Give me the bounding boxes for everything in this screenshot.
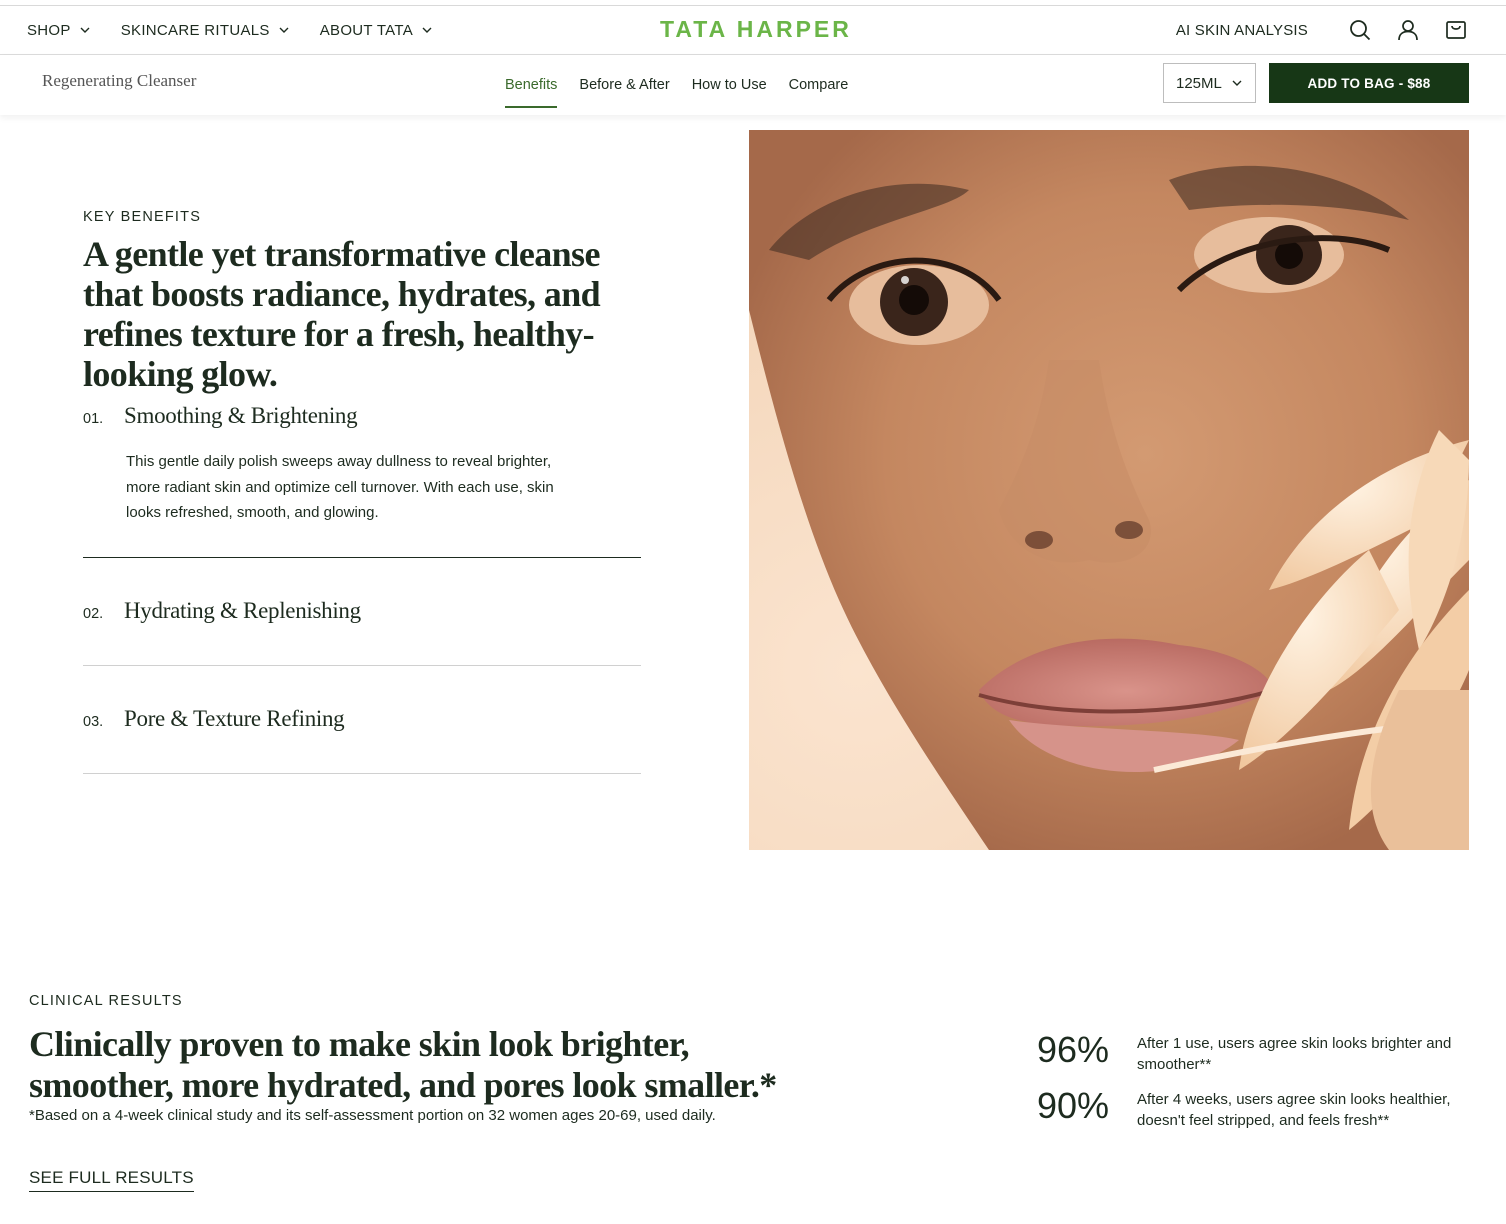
tab-how-to-use[interactable]: How to Use — [692, 71, 767, 99]
main-nav: SHOP SKINCARE RITUALS ABOUT TATA — [27, 6, 463, 54]
tab-compare[interactable]: Compare — [789, 71, 849, 99]
account-icon[interactable] — [1396, 18, 1420, 42]
clinical-results-kicker: CLINICAL RESULTS — [29, 993, 183, 1009]
clinical-stat: 96% After 1 use, users agree skin looks … — [1037, 1030, 1472, 1075]
tab-before-after[interactable]: Before & After — [579, 71, 669, 99]
benefit-number: 01. — [83, 411, 104, 427]
product-tabs: Benefits Before & After How to Use Compa… — [505, 55, 870, 115]
nav-about-tata-label: ABOUT TATA — [319, 21, 414, 39]
search-icon[interactable] — [1348, 18, 1372, 42]
chevron-down-icon — [279, 27, 289, 33]
benefit-accordion-header[interactable]: 02. Hydrating & Replenishing — [83, 598, 641, 624]
nav-shop-label: SHOP — [27, 21, 71, 39]
benefit-accordion-item: 03. Pore & Texture Refining — [83, 706, 641, 774]
benefit-title: Hydrating & Replenishing — [124, 598, 361, 623]
stat-description: After 1 use, users agree skin looks brig… — [1137, 1035, 1452, 1073]
add-to-bag-button[interactable]: ADD TO BAG - $88 — [1269, 63, 1469, 103]
benefit-accordion-header[interactable]: 01. Smoothing & Brightening — [83, 403, 641, 429]
product-name: Regenerating Cleanser — [42, 71, 197, 90]
chevron-down-icon — [80, 27, 90, 33]
benefit-number: 02. — [83, 606, 104, 622]
ai-skin-analysis-link[interactable]: AI SKIN ANALYSIS — [1176, 22, 1308, 39]
stat-value: 90% — [1037, 1085, 1110, 1126]
stat-description: After 4 weeks, users agree skin looks he… — [1137, 1091, 1451, 1129]
nav-skincare-rituals-label: SKINCARE RITUALS — [120, 21, 270, 39]
chevron-down-icon — [422, 27, 432, 33]
nav-about-tata[interactable]: ABOUT TATA — [320, 22, 432, 39]
benefit-accordion-item: 02. Hydrating & Replenishing — [83, 598, 641, 666]
size-selected-value: 125ML — [1176, 74, 1222, 92]
benefits-headline: A gentle yet transformative cleanse that… — [83, 234, 601, 394]
benefit-number: 03. — [83, 714, 104, 730]
bag-icon[interactable] — [1444, 18, 1468, 42]
clinical-headline: Clinically proven to make skin look brig… — [29, 1024, 777, 1105]
stat-value: 96% — [1037, 1029, 1110, 1070]
benefit-title: Pore & Texture Refining — [124, 706, 345, 731]
header-actions: AI SKIN ANALYSIS — [1176, 6, 1468, 54]
size-select[interactable]: 125ML — [1163, 63, 1256, 103]
product-hero-image — [749, 130, 1469, 850]
benefit-title: Smoothing & Brightening — [124, 403, 358, 428]
key-benefits-kicker: KEY BENEFITS — [83, 209, 202, 225]
benefit-accordion-item: 01. Smoothing & Brightening This gentle … — [83, 403, 641, 558]
product-subnav: Regenerating Cleanser Benefits Before & … — [0, 55, 1506, 115]
nav-skincare-rituals[interactable]: SKINCARE RITUALS — [121, 22, 289, 39]
clinical-stat: 90% After 4 weeks, users agree skin look… — [1037, 1086, 1472, 1131]
benefit-description: This gentle daily polish sweeps away dul… — [126, 453, 554, 521]
chevron-down-icon — [1232, 80, 1242, 86]
clinical-footnote: *Based on a 4-week clinical study and it… — [29, 1107, 716, 1124]
tab-benefits[interactable]: Benefits — [505, 71, 558, 108]
face-illustration — [749, 130, 1469, 850]
brand-logo[interactable]: TATA HARPER — [660, 16, 852, 43]
see-full-results-link[interactable]: SEE FULL RESULTS — [29, 1168, 194, 1192]
nav-shop[interactable]: SHOP — [27, 22, 90, 39]
site-header: SHOP SKINCARE RITUALS ABOUT TATA TATA HA… — [0, 6, 1506, 55]
benefit-accordion-header[interactable]: 03. Pore & Texture Refining — [83, 706, 641, 732]
